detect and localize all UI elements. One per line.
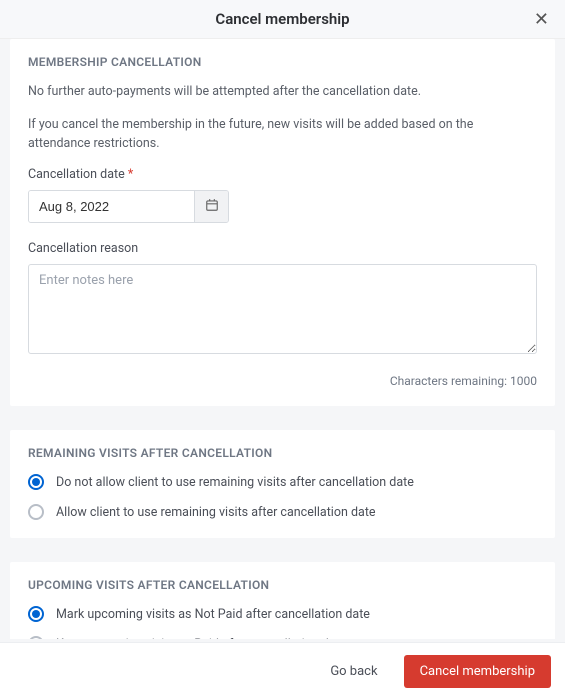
radio-label: Mark upcoming visits as Not Paid after c… bbox=[56, 607, 370, 622]
cancellation-reason-textarea[interactable] bbox=[28, 264, 537, 354]
modal-title: Cancel membership bbox=[215, 10, 349, 28]
cancellation-desc-2: If you cancel the membership in the futu… bbox=[28, 116, 537, 154]
upcoming-visits-option-paid[interactable]: Keep upcoming visits as Paid after cance… bbox=[28, 636, 537, 639]
characters-remaining: Characters remaining: 1000 bbox=[28, 374, 537, 388]
upcoming-visits-heading: UPCOMING VISITS AFTER CANCELLATION bbox=[28, 578, 537, 592]
radio-selected-icon bbox=[28, 606, 44, 622]
remaining-visits-option-allow[interactable]: Allow client to use remaining visits aft… bbox=[28, 504, 537, 520]
radio-unselected-icon bbox=[28, 636, 44, 639]
cancel-membership-button[interactable]: Cancel membership bbox=[404, 655, 551, 688]
modal-content: MEMBERSHIP CANCELLATION No further auto-… bbox=[0, 39, 565, 639]
remaining-visits-option-disallow[interactable]: Do not allow client to use remaining vis… bbox=[28, 474, 537, 490]
modal-footer: Go back Cancel membership bbox=[0, 642, 565, 700]
cancellation-reason-label: Cancellation reason bbox=[28, 241, 537, 256]
upcoming-visits-option-not-paid[interactable]: Mark upcoming visits as Not Paid after c… bbox=[28, 606, 537, 622]
radio-label: Do not allow client to use remaining vis… bbox=[56, 475, 414, 490]
cancellation-desc-1: No further auto-payments will be attempt… bbox=[28, 83, 537, 102]
cancellation-date-field bbox=[28, 190, 229, 223]
membership-cancellation-heading: MEMBERSHIP CANCELLATION bbox=[28, 55, 537, 69]
remaining-visits-card: REMAINING VISITS AFTER CANCELLATION Do n… bbox=[10, 430, 555, 538]
radio-label: Keep upcoming visits as Paid after cance… bbox=[56, 637, 346, 639]
cancellation-date-picker-button[interactable] bbox=[194, 191, 228, 222]
radio-selected-icon bbox=[28, 474, 44, 490]
close-button[interactable]: ✕ bbox=[530, 6, 553, 32]
upcoming-visits-card: UPCOMING VISITS AFTER CANCELLATION Mark … bbox=[10, 562, 555, 639]
calendar-icon bbox=[205, 198, 219, 215]
cancellation-date-label: Cancellation date * bbox=[28, 167, 537, 182]
radio-unselected-icon bbox=[28, 504, 44, 520]
required-asterisk: * bbox=[128, 167, 133, 182]
cancellation-date-input[interactable] bbox=[29, 191, 194, 222]
cancellation-date-label-text: Cancellation date bbox=[28, 167, 128, 182]
modal-header: Cancel membership ✕ bbox=[0, 0, 565, 39]
remaining-visits-heading: REMAINING VISITS AFTER CANCELLATION bbox=[28, 446, 537, 460]
membership-cancellation-card: MEMBERSHIP CANCELLATION No further auto-… bbox=[10, 39, 555, 406]
radio-label: Allow client to use remaining visits aft… bbox=[56, 505, 376, 520]
close-icon: ✕ bbox=[534, 9, 549, 29]
go-back-button[interactable]: Go back bbox=[314, 655, 393, 688]
